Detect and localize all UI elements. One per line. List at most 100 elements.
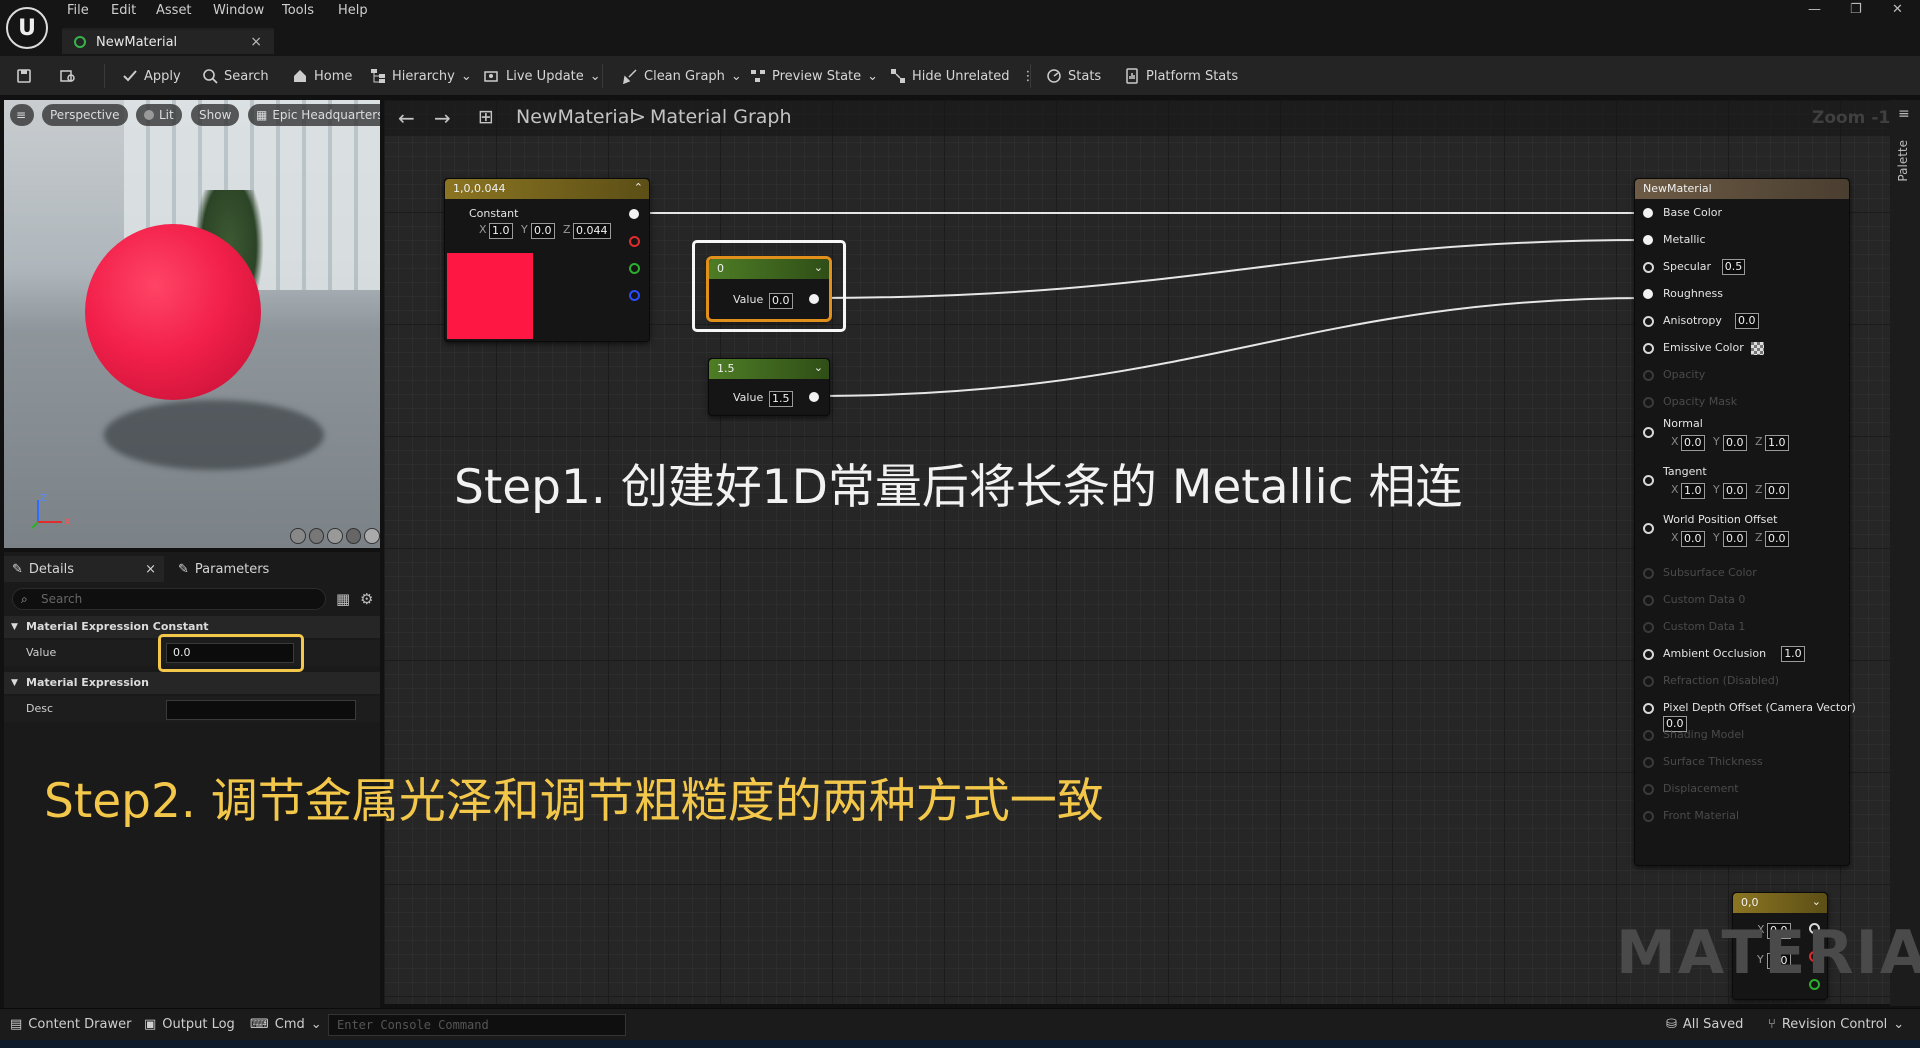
chevron-down-icon[interactable]: ⌄ (1812, 895, 1821, 908)
material-input-pin (1643, 397, 1654, 408)
output-log-button[interactable]: ▣ Output Log (144, 1017, 235, 1032)
chevron-down-icon[interactable]: ⌄ (814, 361, 823, 374)
material-pin-label: Subsurface Color (1663, 566, 1757, 579)
palette-menu-icon[interactable]: ≡ (1898, 106, 1910, 122)
vector-axis-label: Y (1713, 435, 1720, 448)
material-input-pin[interactable] (1643, 523, 1654, 534)
material-pin-row[interactable]: Metallic (1635, 228, 1851, 255)
vector-component-value[interactable]: 0.0 (1723, 531, 1747, 547)
material-pin-label: Custom Data 0 (1663, 593, 1746, 606)
material-pin-row: Custom Data 0 (1635, 588, 1851, 615)
emissive-color-swatch[interactable] (1751, 342, 1764, 355)
cmd-dropdown[interactable]: ⌨ Cmd ⌄ (250, 1017, 322, 1032)
material-pin-label: World Position Offset (1663, 513, 1778, 526)
vector-component-value[interactable]: 0.0 (1723, 435, 1747, 451)
material-pins: Base Color Metallic Specular 0.5 Roughness An… (1635, 199, 1856, 867)
material-input-pin[interactable] (1643, 649, 1654, 660)
material-pin-row[interactable]: Normal X 0.0 Y 0.0 Z 1.0 (1635, 417, 1851, 465)
material-pin-label: Ambient Occlusion (1663, 647, 1767, 660)
material-input-pin (1643, 622, 1654, 633)
material-input-pin (1643, 757, 1654, 768)
material-pin-row: Displacement (1635, 777, 1851, 804)
roughness-value[interactable]: 1.5 (769, 391, 793, 407)
content-drawer-button[interactable]: ▤ Content Drawer (10, 1017, 131, 1032)
material-pin-row[interactable]: Anisotropy 0.0 (1635, 309, 1851, 336)
material-node-header[interactable]: NewMaterial (1635, 179, 1849, 199)
material-pin-row[interactable]: Ambient Occlusion 1.0 (1635, 642, 1851, 669)
revision-control-dropdown[interactable]: ⑂ Revision Control ⌄ (1768, 1017, 1904, 1032)
metallic-highlight-box (692, 240, 846, 332)
constant3-y-value[interactable]: 0.0 (531, 223, 555, 239)
all-saved-label: All Saved (1682, 1017, 1744, 1032)
material-input-pin[interactable] (1643, 262, 1654, 273)
vector-component-value[interactable]: 0.0 (1765, 483, 1789, 499)
chevron-down-icon: ⌄ (1893, 1017, 1905, 1032)
material-pin-row[interactable]: Specular 0.5 (1635, 255, 1851, 282)
console-command-input[interactable]: Enter Console Command (328, 1014, 626, 1036)
material-pin-value[interactable]: 1.0 (1781, 646, 1805, 662)
material-pin-label: Base Color (1663, 206, 1723, 219)
vector-axis-label: Y (1713, 483, 1720, 496)
material-pin-row[interactable]: World Position Offset X 0.0 Y 0.0 Z 0.0 (1635, 513, 1851, 561)
material-input-pin[interactable] (1643, 427, 1654, 438)
material-pin-row: Opacity (1635, 363, 1851, 390)
roughness-constant-node[interactable]: 1.5 ⌄ Value 1.5 (708, 358, 830, 416)
roughness-node-header[interactable]: 1.5 ⌄ (709, 359, 829, 379)
material-pin-value[interactable]: 0.0 (1735, 313, 1759, 329)
material-result-node[interactable]: NewMaterial Base Color Metallic Specular 0.… (1634, 178, 1856, 867)
constant-label: Constant (469, 207, 519, 220)
constant3-node-header[interactable]: 1,0,0.044 ⌃ (445, 179, 649, 199)
material-input-pin[interactable] (1643, 703, 1654, 714)
constant2-node-header[interactable]: 0,0 ⌄ (1733, 893, 1827, 913)
constant3-z-value[interactable]: 0.044 (573, 223, 611, 239)
material-input-pin[interactable] (1643, 343, 1654, 354)
material-input-pin[interactable] (1643, 208, 1653, 218)
output-log-icon: ▣ (144, 1017, 157, 1032)
vector-component-value[interactable]: 0.0 (1681, 531, 1705, 547)
vector-component-value[interactable]: 0.0 (1765, 531, 1789, 547)
palette-label[interactable]: Palette (1896, 140, 1910, 182)
material-pin-label: Opacity (1663, 368, 1706, 381)
material-pin-row[interactable]: Pixel Depth Offset (Camera Vector) 0.0 (1635, 696, 1856, 732)
all-saved-button[interactable]: ⛁ All Saved (1666, 1017, 1743, 1032)
vector-component-value[interactable]: 0.0 (1723, 483, 1747, 499)
constant3-x-value[interactable]: 1.0 (489, 223, 513, 239)
forward-arrow-icon[interactable]: → (434, 106, 451, 130)
back-arrow-icon[interactable]: ← (398, 106, 415, 130)
output-pin-r[interactable] (629, 236, 640, 247)
material-input-pin[interactable] (1643, 235, 1653, 245)
material-pin-row[interactable]: Emissive Color (1635, 336, 1851, 363)
material-pin-row[interactable]: Tangent X 1.0 Y 0.0 Z 0.0 (1635, 465, 1851, 513)
material-pin-row: Custom Data 1 (1635, 615, 1851, 642)
output-pin-b[interactable] (629, 290, 640, 301)
breadcrumb-root[interactable]: NewMaterial (516, 106, 635, 128)
output-pin-rgb[interactable] (629, 209, 639, 219)
material-input-pin (1643, 568, 1654, 579)
material-node-title: NewMaterial (1643, 182, 1712, 195)
material-input-pin[interactable] (1643, 289, 1653, 299)
material-input-pin[interactable] (1643, 475, 1654, 486)
material-pin-row[interactable]: Roughness (1635, 282, 1851, 309)
material-pin-label: Roughness (1663, 287, 1724, 300)
material-pin-row[interactable]: Base Color (1635, 201, 1851, 228)
vector-component-value[interactable]: 1.0 (1765, 435, 1789, 451)
cmd-label: Cmd (274, 1017, 305, 1032)
z-label: Z (563, 223, 571, 236)
vector-component-value[interactable]: 1.0 (1681, 483, 1705, 499)
palette-sidebar[interactable]: ≡ (1890, 100, 1920, 1006)
material-pin-label: Surface Thickness (1663, 755, 1763, 768)
material-pin-label: Specular (1663, 260, 1712, 273)
breadcrumb-graph[interactable]: Material Graph (650, 106, 792, 128)
roughness-output-pin[interactable] (809, 392, 819, 402)
revision-control-label: Revision Control (1781, 1017, 1888, 1032)
os-taskbar (0, 1040, 1920, 1048)
constant3-node[interactable]: 1,0,0.044 ⌃ Constant X 1.0 Y 0.0 Z 0.044 (444, 178, 650, 342)
vector-component-value[interactable]: 0.0 (1681, 435, 1705, 451)
output-pin-g[interactable] (629, 263, 640, 274)
y-label: Y (521, 223, 528, 236)
graph-breadcrumb-bar: ← → ⊞ NewMaterial > Material Graph (384, 100, 1904, 136)
material-input-pin[interactable] (1643, 316, 1654, 327)
collapse-arrow-icon[interactable]: ⌃ (634, 181, 643, 194)
material-pin-value[interactable]: 0.5 (1721, 259, 1746, 275)
value-label: Value (733, 391, 764, 404)
